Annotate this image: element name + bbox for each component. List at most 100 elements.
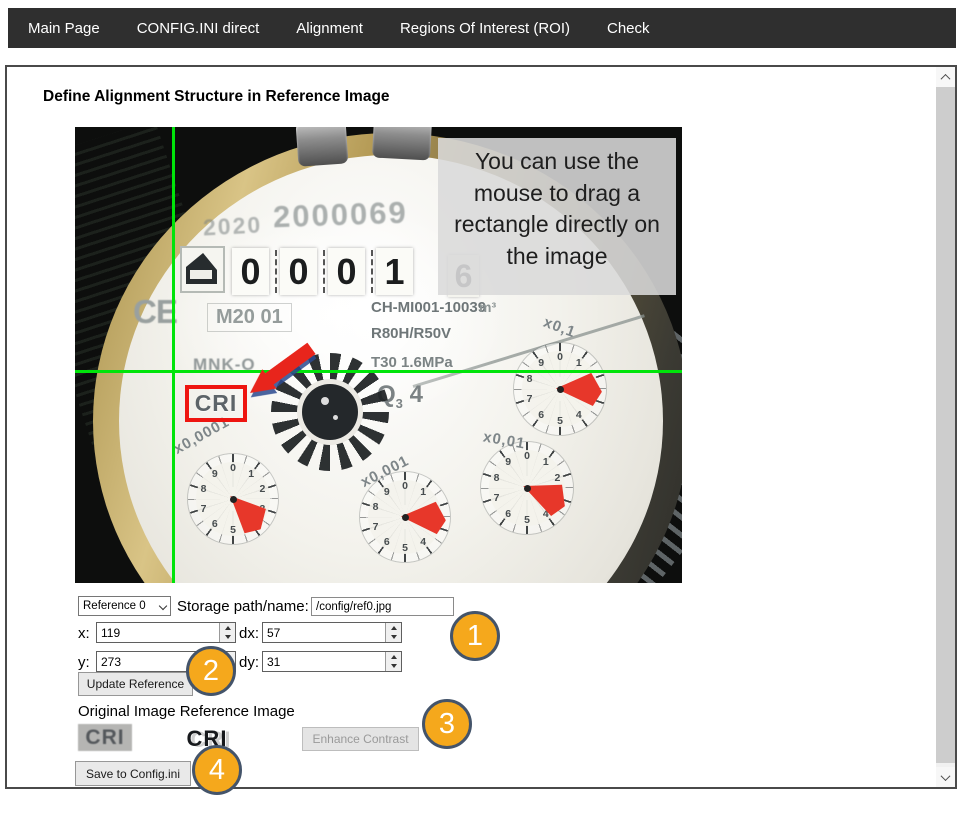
update-reference-button[interactable]: Update Reference [78,672,193,696]
dial-number: 6 [505,508,511,520]
meter-type-label: M20 01 [207,303,292,332]
chevron-up-icon [941,73,951,83]
dial-number: 1 [248,468,254,480]
dial-number: 1 [543,456,549,468]
nav-item-roi[interactable]: Regions Of Interest (ROI) [400,20,570,37]
dx-input[interactable] [262,622,402,643]
dial-number: 9 [505,456,511,468]
app-window: Main Page CONFIG.INI direct Alignment Re… [0,0,960,816]
enhance-contrast-button[interactable]: Enhance Contrast [302,727,419,751]
dy-input-wrap [262,651,402,672]
dial-center-dot [524,485,531,492]
dial-center-dot [557,386,564,393]
vertical-scrollbar[interactable] [936,67,955,787]
dial-number: 7 [494,492,500,504]
dial-number: 6 [212,518,218,530]
dial-number: 5 [557,415,563,427]
scrollbar-thumb[interactable] [936,87,955,763]
meter-approval-number: CH-MI001-10039 [371,299,486,316]
step-badge-1: 1 [450,611,500,661]
dy-input[interactable] [262,651,402,672]
dial-number: 2 [555,472,561,484]
alignment-selection-box[interactable]: CRI [185,385,247,422]
dial-number: 6 [538,409,544,421]
dial-number: 7 [373,521,379,533]
dial-number: 5 [524,514,530,526]
counter-digit: 0 [280,248,317,295]
dx-label: dx: [239,625,259,642]
dial-number: 8 [494,472,500,484]
dial-number: 8 [373,501,379,513]
dial-number: 1 [420,486,426,498]
storage-path-input[interactable] [311,597,454,616]
scroll-up-button[interactable] [936,67,955,87]
counter-digit: 0 [328,248,365,295]
x-input-wrap [96,622,236,643]
x-input[interactable] [96,622,236,643]
cri-text: CRI [195,390,238,417]
dy-spinner[interactable] [385,652,401,671]
reference-image[interactable]: 2020 2000069 0 0 0 1 6 m³ CE M20 01 CH-M… [75,127,682,583]
dial-x0-0001: 0123456789 [188,454,278,544]
nav-item-config-ini[interactable]: CONFIG.INI direct [137,20,260,37]
dial-center-dot [402,514,409,521]
dx-spinner[interactable] [385,623,401,642]
dial-number: 5 [230,524,236,536]
dial-number: 4 [420,536,426,548]
step-badge-3: 3 [422,699,472,749]
alignment-crosshair-vertical [172,127,175,583]
save-to-config-button[interactable]: Save to Config.ini [75,761,191,786]
meter-serial-number: 2000069 [272,195,408,236]
y-label: y: [78,654,90,671]
step-badge-2: 2 [186,646,236,696]
dx-input-wrap [262,622,402,643]
dial-number: 0 [402,480,408,492]
meter-clamp [296,127,349,167]
counter-digit: 0 [232,248,269,295]
dial-number: 0 [230,462,236,474]
ce-mark: CE [133,293,177,331]
step-badge-4: 4 [192,745,242,795]
dial-x0-1: 0123456789 [514,343,606,435]
dial-number: 8 [527,373,533,385]
nav-item-check[interactable]: Check [607,20,650,37]
dial-number: 0 [524,450,530,462]
chevron-down-icon [941,771,951,781]
dial-number: 9 [212,468,218,480]
top-navbar: Main Page CONFIG.INI direct Alignment Re… [8,8,956,48]
dy-label: dy: [239,654,259,671]
dial-number: 7 [201,503,207,515]
dial-number: 4 [576,409,582,421]
meter-ratio-label: R80H/R50V [371,325,451,342]
x-spinner[interactable] [219,623,235,642]
nav-item-main-page[interactable]: Main Page [28,20,100,37]
storage-path-label: Storage path/name: [177,598,309,615]
images-label: Original Image Reference Image [78,703,295,720]
dial-number: 7 [527,393,533,405]
dial-number: 1 [576,357,582,369]
dial-center-dot [230,496,237,503]
dial-number: 9 [384,486,390,498]
original-image-thumbnail: CRI [78,724,132,751]
meter-pictogram [180,246,225,293]
meter-temp-pressure-label: T30 1.6MPa [371,354,453,371]
counter-digit: 1 [376,248,413,295]
alignment-crosshair-horizontal [75,370,682,373]
dial-x0-01: 0123456789 [481,442,573,534]
dial-number: 5 [402,542,408,554]
drag-hint-overlay: You can use the mouse to drag a rectangl… [438,138,676,295]
meter-clamp [372,127,432,160]
dial-number: 2 [260,483,266,495]
x-label: x: [78,625,90,642]
dial-number: 8 [201,483,207,495]
dial-number: 9 [538,357,544,369]
reference-select-wrap: Reference 0 [78,596,171,616]
page-title: Define Alignment Structure in Reference … [43,88,390,106]
meter-unit-label: m³ [479,299,496,315]
reference-select[interactable]: Reference 0 [78,596,171,616]
meter-serial-year: 2020 [202,211,263,241]
dial-number: 0 [557,351,563,363]
nav-item-alignment[interactable]: Alignment [296,20,363,37]
dial-number: 6 [384,536,390,548]
scroll-down-button[interactable] [936,767,955,787]
